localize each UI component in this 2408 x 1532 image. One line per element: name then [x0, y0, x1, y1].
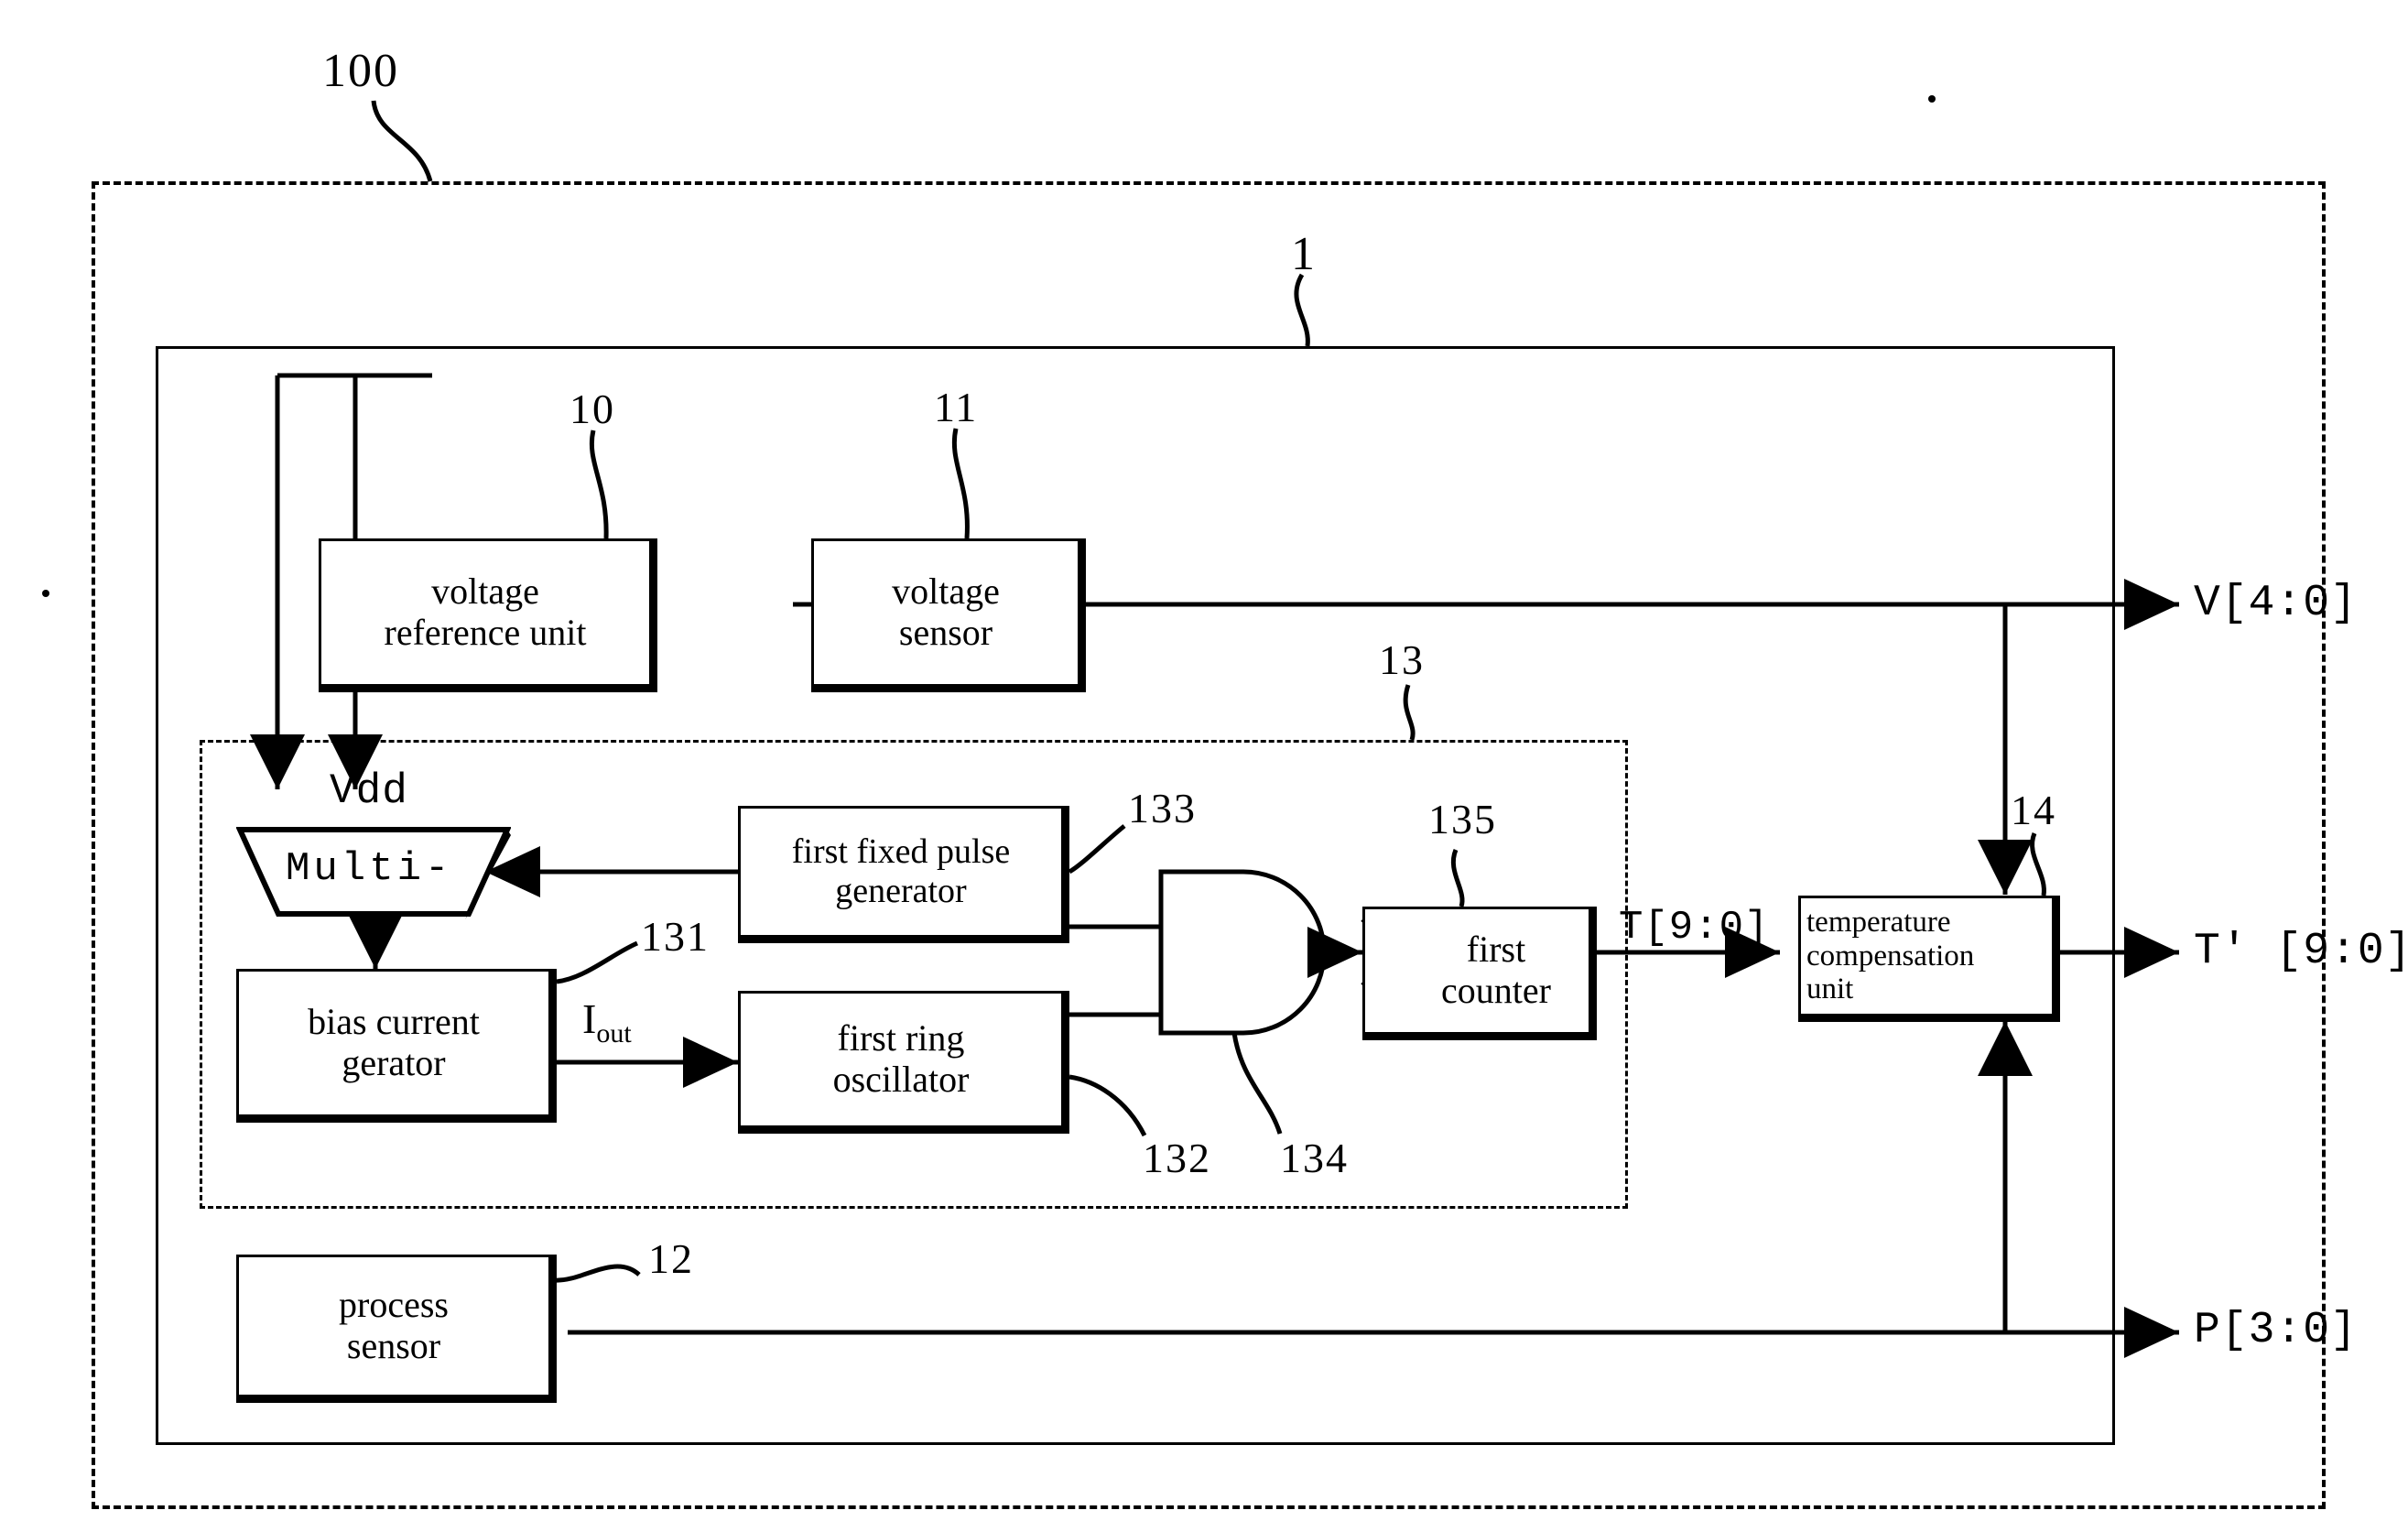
voltage-reference-unit-label-line1: voltage	[431, 570, 539, 613]
voltage-sensor-label-line2: sensor	[898, 612, 993, 653]
ref-numeral-1: 1	[1291, 228, 1317, 280]
ref-numeral-134: 134	[1280, 1135, 1349, 1181]
process-sensor-label-line1: process	[339, 1284, 449, 1326]
bias-current-generator-label-line2: gerator	[342, 1042, 446, 1083]
block-voltage-sensor[interactable]: voltage sensor	[811, 538, 1086, 692]
output-label-voltage: V[4:0]	[2194, 579, 2358, 628]
temperature-compensation-unit-label-line3: unit	[1806, 972, 1854, 1006]
process-sensor-label-line2: sensor	[346, 1325, 441, 1366]
block-first-counter[interactable]: first counter	[1362, 907, 1597, 1040]
block-voltage-reference-unit[interactable]: voltage reference unit	[319, 538, 657, 692]
first-counter-label-line2: counter	[1441, 970, 1551, 1011]
ref-numeral-14: 14	[2011, 787, 2056, 833]
voltage-reference-unit-label-line2: reference unit	[384, 612, 587, 653]
ref-numeral-132: 132	[1143, 1135, 1211, 1181]
patent-figure-canvas: voltage reference unit 10 voltage sensor…	[0, 0, 2408, 1532]
output-label-temperature: T' [9:0]	[2194, 927, 2408, 976]
signal-label-vdd: Vdd	[330, 767, 408, 815]
signal-label-i-out: Iout	[582, 994, 632, 1049]
voltage-sensor-label-line1: voltage	[892, 570, 1000, 613]
first-ring-oscillator-label-line1: first ring	[837, 1017, 965, 1059]
bias-current-generator-label-line1: bias current	[308, 1001, 480, 1043]
signal-label-t-bus: T[9:0]	[1619, 905, 1770, 951]
i-out-base: I	[582, 995, 597, 1042]
block-process-sensor[interactable]: process sensor	[236, 1255, 557, 1403]
temperature-compensation-unit-label-line2: compensation	[1806, 939, 1975, 972]
block-temperature-compensation-unit[interactable]: temperature compensation unit	[1798, 896, 2060, 1022]
ref-numeral-100: 100	[322, 45, 399, 97]
block-first-ring-oscillator[interactable]: first ring oscillator	[738, 991, 1069, 1134]
block-first-fixed-pulse-generator[interactable]: first fixed pulse generator	[738, 806, 1069, 943]
ref-numeral-133: 133	[1128, 785, 1197, 831]
first-counter-label-line1: first	[1466, 929, 1526, 971]
ref-numeral-10: 10	[569, 386, 615, 432]
ref-numeral-12: 12	[648, 1235, 694, 1282]
ref-numeral-13: 13	[1379, 636, 1425, 683]
multiplexer-label: Multi-	[286, 846, 453, 892]
ref-numeral-11: 11	[934, 384, 979, 430]
ref-numeral-135: 135	[1428, 796, 1497, 842]
first-fixed-pulse-generator-label-line2: generator	[835, 872, 967, 910]
ref-numeral-131: 131	[641, 913, 710, 960]
block-bias-current-generator[interactable]: bias current gerator	[236, 969, 557, 1123]
i-out-subscript: out	[596, 1018, 632, 1049]
first-fixed-pulse-generator-label-line1: first fixed pulse	[791, 832, 1011, 872]
temperature-compensation-unit-label-line1: temperature	[1806, 905, 1951, 939]
output-label-process: P[3:0]	[2194, 1306, 2358, 1355]
first-ring-oscillator-label-line2: oscillator	[832, 1059, 970, 1100]
